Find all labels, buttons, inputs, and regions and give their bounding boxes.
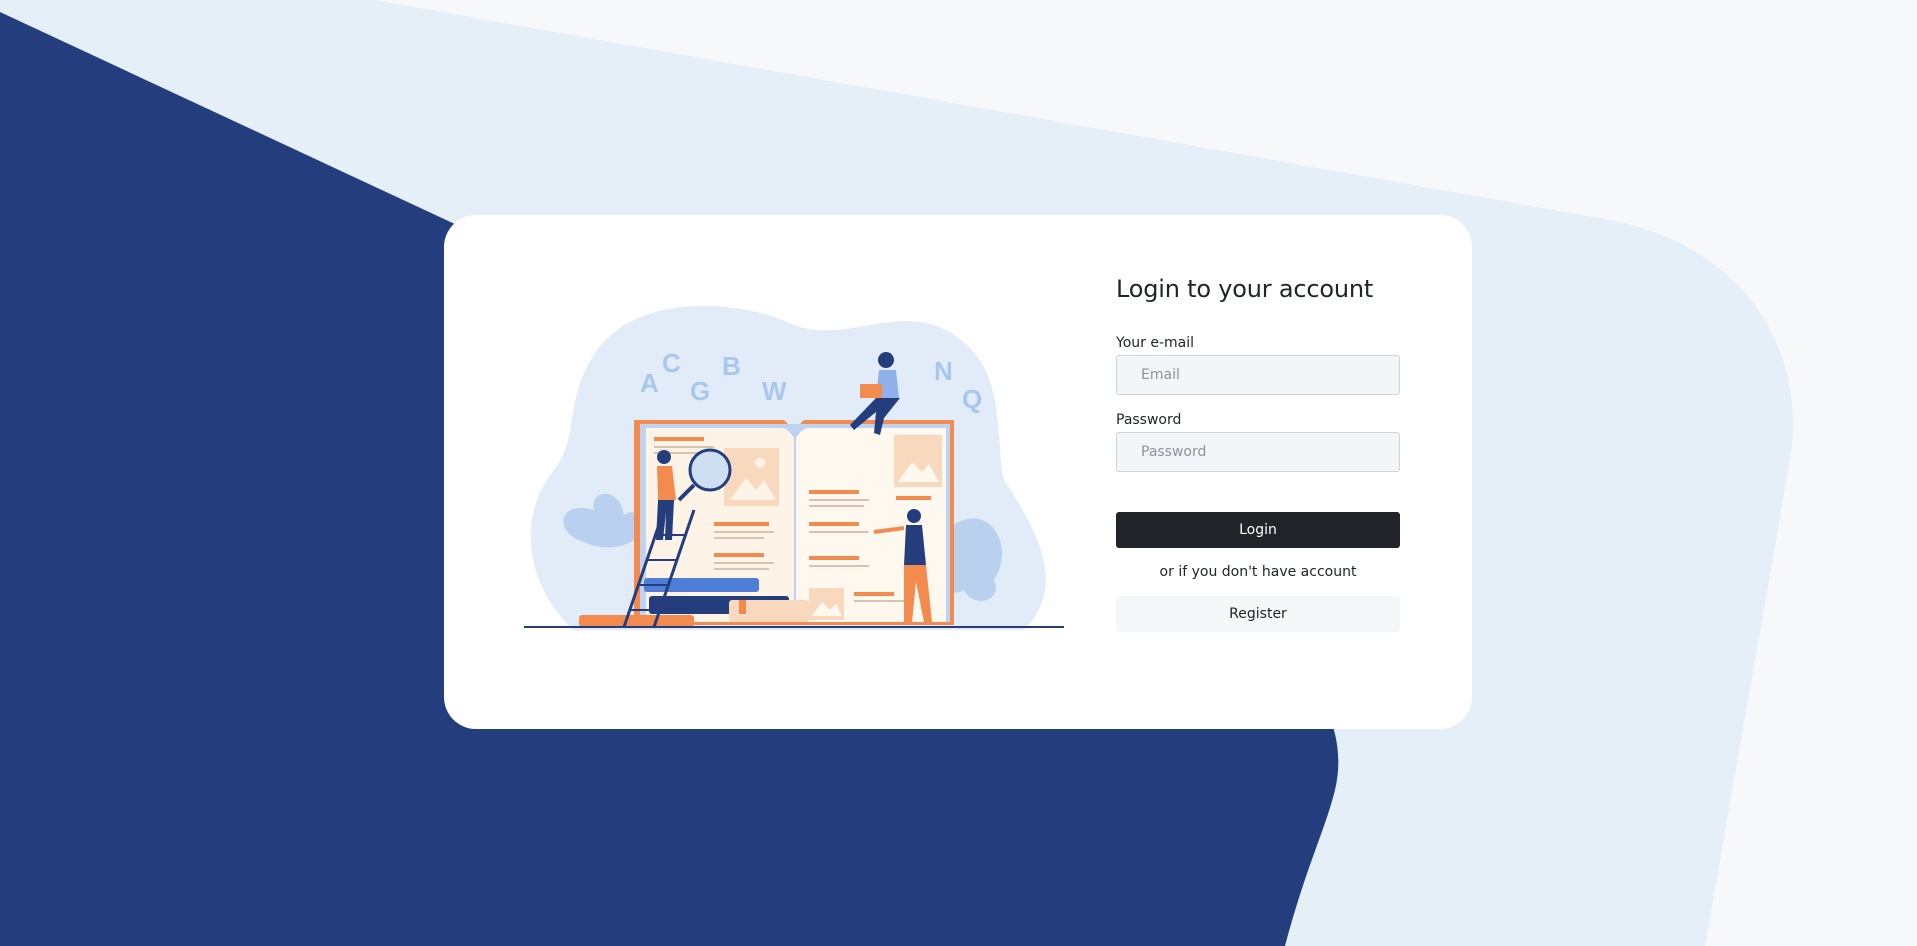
text-line <box>809 499 869 501</box>
register-button[interactable]: Register <box>1116 596 1400 632</box>
login-form: Login to your account Your e-mail Passwo… <box>1116 275 1400 632</box>
person-head <box>907 509 921 523</box>
floating-letter: Q <box>962 384 982 414</box>
floating-letter: G <box>690 376 710 406</box>
login-page: A C G B W N Q Login to your account Your… <box>0 0 1917 946</box>
magnifier-glass-icon <box>688 448 732 492</box>
password-label: Password <box>1116 412 1182 428</box>
page-title: Login to your account <box>1116 275 1374 303</box>
text-line <box>714 562 774 564</box>
text-line <box>809 565 869 567</box>
person-head <box>657 450 671 464</box>
login-button[interactable]: Login <box>1116 512 1400 548</box>
text-line <box>654 437 704 441</box>
login-card: A C G B W N Q Login to your account Your… <box>444 215 1472 729</box>
text-line <box>714 522 769 526</box>
text-line <box>809 531 869 533</box>
person-head <box>878 352 894 368</box>
text-line <box>714 568 769 570</box>
text-line <box>854 600 904 602</box>
floating-letter: N <box>934 356 953 386</box>
text-line <box>896 496 931 500</box>
floating-letter: B <box>722 351 741 381</box>
text-line <box>714 531 774 533</box>
floating-letter: C <box>662 348 681 378</box>
text-line <box>654 446 714 448</box>
text-line <box>714 537 764 539</box>
text-line <box>714 553 764 557</box>
email-field[interactable] <box>1116 355 1400 395</box>
text-line <box>854 592 894 596</box>
image-sun-shape <box>755 458 765 468</box>
book-reading-illustration: A C G B W N Q <box>524 305 1064 630</box>
floating-letter: A <box>640 368 659 398</box>
email-label: Your e-mail <box>1116 335 1194 351</box>
text-line <box>809 522 859 526</box>
password-field[interactable] <box>1116 432 1400 472</box>
laptop-icon <box>860 384 882 398</box>
floating-letter: W <box>762 376 787 406</box>
stacked-book <box>579 615 694 627</box>
bookmark-icon <box>739 600 746 614</box>
text-line <box>809 505 864 507</box>
register-prompt-text: or if you don't have account <box>1159 564 1357 580</box>
text-line <box>809 490 859 494</box>
text-line <box>809 556 859 560</box>
